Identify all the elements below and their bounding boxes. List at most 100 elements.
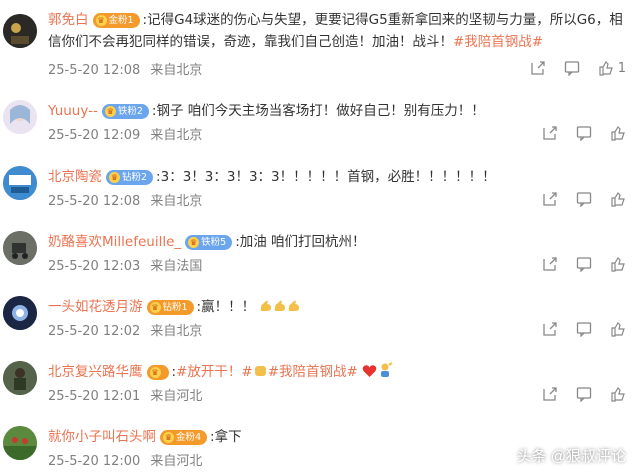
fan-badge[interactable]: ♛ 铁粉2: [101, 104, 149, 119]
fan-badge-label: 铁粉5: [201, 237, 227, 248]
like-icon[interactable]: [610, 256, 626, 272]
comment-meta: 25-5-20 12:08 来自北京: [48, 190, 202, 209]
timestamp: 25-5-20 12:00: [48, 454, 141, 469]
comment-actions: [542, 191, 626, 207]
share-icon[interactable]: [542, 125, 558, 141]
comment-icon[interactable]: [576, 256, 592, 272]
username[interactable]: 北京复兴路华鹰: [48, 364, 143, 380]
avatar[interactable]: [3, 361, 37, 395]
flexed-biceps-icon: [287, 298, 301, 320]
like-icon[interactable]: [598, 60, 614, 76]
share-icon[interactable]: [542, 191, 558, 207]
comment-text: 郭免白 ♛ 金粉1:记得G4球迷的伤心与失望，更要记得G5重新拿回来的坚韧与力量，所…: [48, 9, 624, 53]
username[interactable]: 奶酪喜欢Millefeuille_: [48, 234, 181, 250]
fan-badge-label: 铁粉2: [117, 106, 143, 117]
avatar[interactable]: [3, 14, 37, 48]
location: 来自北京: [150, 63, 203, 78]
comment-icon[interactable]: [576, 125, 592, 141]
location: 来自北京: [150, 194, 203, 209]
comment-icon[interactable]: [576, 191, 592, 207]
fan-badge[interactable]: ♛ 金粉1: [92, 13, 140, 28]
like-icon[interactable]: [610, 386, 626, 402]
comment-meta: 25-5-20 12:01 来自河北: [48, 385, 202, 404]
crown-icon: ♛: [163, 432, 174, 443]
avatar[interactable]: [3, 231, 37, 265]
comment-content: 赢！！！: [201, 299, 256, 315]
fan-badge[interactable]: ♛ 金粉4: [160, 430, 208, 445]
like-icon[interactable]: [610, 321, 626, 337]
location: 来自河北: [150, 454, 203, 469]
comment-content: 3：3！3：3！3：3！！！！！首钢，必胜！！！！！！: [160, 169, 496, 185]
fan-badge[interactable]: ♛ 铁粉5: [185, 235, 233, 250]
comment-content: 钢子 咱们今天主场当客场打！做好自己！别有压力！！: [156, 103, 485, 119]
comment-icon[interactable]: [576, 321, 592, 337]
hashtag-link[interactable]: #我陪首钢战#: [453, 34, 543, 50]
timestamp: 25-5-20 12:08: [48, 63, 141, 78]
comment-meta: 25-5-20 12:09 来自北京: [48, 124, 202, 143]
comment-meta: 25-5-20 12:03 来自法国: [48, 255, 202, 274]
comment: 北京陶瓷 ♛ 钻粉2:3：3！3：3！3：3！！！！！首钢，必胜！！！！！！ 25-…: [0, 162, 640, 212]
share-icon[interactable]: [530, 60, 546, 76]
fist-icon: [253, 363, 268, 385]
share-icon[interactable]: [542, 386, 558, 402]
like-icon[interactable]: [610, 125, 626, 141]
avatar[interactable]: [3, 100, 37, 134]
share-icon[interactable]: [542, 321, 558, 337]
username[interactable]: 郭免白: [48, 12, 89, 28]
avatar[interactable]: [3, 426, 37, 460]
username[interactable]: 就你小子叫石头啊: [48, 429, 156, 445]
fan-badge[interactable]: ♛ 钻粉1: [146, 300, 194, 315]
crown-icon: ♛: [104, 106, 116, 117]
comment: Yuuuy-- ♛ 铁粉2:钢子 咱们今天主场当客场打！做好自己！别有压力！！ 25…: [0, 96, 640, 146]
comment-icon[interactable]: [576, 386, 592, 402]
crown-icon: ♛: [149, 367, 161, 378]
fan-badge-label: 钻粉2: [122, 172, 148, 183]
comment-meta: 25-5-20 12:00 来自河北: [48, 450, 202, 469]
hashtag-link[interactable]: #放开干！#: [176, 364, 253, 380]
comment-actions: [542, 125, 626, 141]
crown-icon: ♛: [149, 302, 161, 313]
username[interactable]: Yuuuy--: [48, 103, 98, 119]
comment: 奶酪喜欢Millefeuille_ ♛ 铁粉5:加油 咱们打回杭州！ 25-5-20…: [0, 227, 640, 277]
location: 来自河北: [150, 389, 203, 404]
avatar[interactable]: [3, 296, 37, 330]
like-icon[interactable]: [610, 191, 626, 207]
timestamp: 25-5-20 12:09: [48, 128, 141, 143]
comment: 北京复兴路华鹰 ♛:#放开干！# #我陪首钢战# 25-5-20 12:01 来自河北: [0, 357, 640, 407]
comment-content: 拿下: [214, 429, 242, 445]
person-cheering-icon: [377, 362, 393, 385]
comment-icon[interactable]: [564, 60, 580, 76]
watermark: 头条 @狠叔评论: [516, 448, 626, 465]
fan-badge-label: 金粉1: [108, 15, 134, 26]
flexed-biceps-icon: [259, 298, 273, 320]
comment-actions: 1: [530, 60, 626, 76]
comment-actions: [542, 386, 626, 402]
hashtag-link[interactable]: #我陪首钢战#: [268, 364, 358, 380]
heart-icon: [362, 363, 377, 385]
comment-meta: 25-5-20 12:08 来自北京: [48, 59, 202, 78]
username[interactable]: 一头如花透月游: [48, 299, 143, 315]
fan-badge-label: 钻粉1: [162, 302, 188, 313]
timestamp: 25-5-20 12:01: [48, 389, 141, 404]
timestamp: 25-5-20 12:03: [48, 259, 141, 274]
location: 来自法国: [150, 259, 203, 274]
share-icon[interactable]: [542, 256, 558, 272]
comment: 一头如花透月游 ♛ 钻粉1:赢！！！ 25-5-20 12:02 来自北京: [0, 292, 640, 342]
comment-meta: 25-5-20 12:02 来自北京: [48, 320, 202, 339]
fan-badge-label: 金粉4: [176, 432, 202, 443]
fan-badge[interactable]: ♛: [146, 365, 169, 380]
comment-actions: [542, 321, 626, 337]
comment-actions: [542, 256, 626, 272]
timestamp: 25-5-20 12:08: [48, 194, 141, 209]
crown-icon: ♛: [188, 237, 200, 248]
like-count: 1: [617, 60, 626, 76]
avatar[interactable]: [3, 166, 37, 200]
flexed-biceps-icon: [273, 298, 287, 320]
timestamp: 25-5-20 12:02: [48, 324, 141, 339]
location: 来自北京: [150, 324, 203, 339]
username[interactable]: 北京陶瓷: [48, 169, 102, 185]
crown-icon: ♛: [95, 15, 107, 26]
fan-badge[interactable]: ♛ 钻粉2: [106, 170, 154, 185]
comment-content: 加油 咱们打回杭州！: [239, 234, 366, 250]
comment: 郭免白 ♛ 金粉1:记得G4球迷的伤心与失望，更要记得G5重新拿回来的坚韧与力量，所…: [0, 6, 640, 80]
